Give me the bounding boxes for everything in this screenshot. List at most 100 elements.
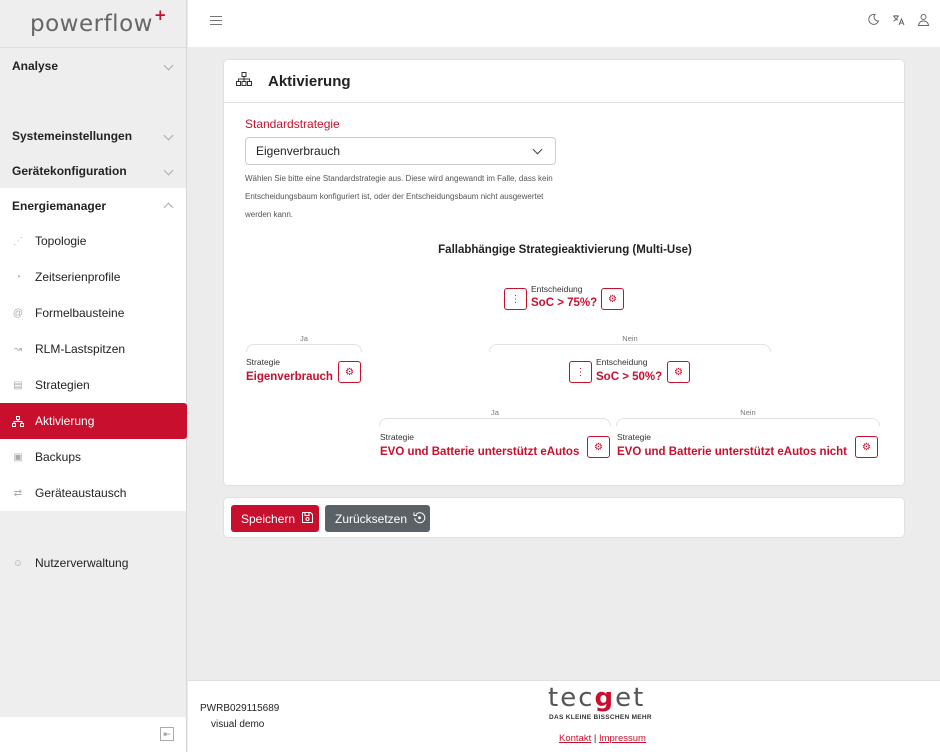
nav-section-label: Systemeinstellungen xyxy=(12,128,133,143)
strategy-node-value: EVO und Batterie unterstützt eAutos nich… xyxy=(617,446,848,458)
settings-icon[interactable]: ⚙ xyxy=(587,436,610,458)
branch-label: Ja xyxy=(491,408,499,417)
company-logo: tecget xyxy=(548,683,646,713)
branch-label: Ja xyxy=(300,334,308,343)
top-bar xyxy=(188,0,940,47)
topology-icon: ⋰ xyxy=(13,235,23,247)
sidebar-item-label: Zeitserienprofile xyxy=(35,270,121,284)
sidebar-item-aktivierung[interactable]: Aktivierung xyxy=(0,403,187,439)
decision-node-value: SoC > 50%? xyxy=(596,371,663,383)
sidebar-item-label: Backups xyxy=(35,450,82,464)
nav-section-geraetekonfiguration[interactable]: Gerätekonfiguration xyxy=(0,153,186,188)
users-icon: ☺ xyxy=(12,557,24,569)
chevron-down-icon xyxy=(532,144,543,155)
branch-no xyxy=(616,418,880,426)
root-decision-value: SoC > 75%? xyxy=(531,297,598,309)
select-value: Eigenverbrauch xyxy=(256,144,341,158)
save-button[interactable]: Speichern xyxy=(231,505,319,532)
sidebar-item-rlm-lastspitzen[interactable]: ↝ RLM-Lastspitzen xyxy=(0,331,186,367)
nav-section-label: Gerätekonfiguration xyxy=(12,163,127,178)
card-header: Aktivierung xyxy=(224,60,904,103)
sidebar-item-geraeteaustausch[interactable]: ⇄ Geräteaustausch xyxy=(0,475,186,511)
sidebar-item-label: Topologie xyxy=(35,234,87,248)
mode-label: visual demo xyxy=(211,719,265,730)
settings-icon[interactable]: ⚙ xyxy=(601,288,624,310)
sidebar-item-label: Nutzerverwaltung xyxy=(35,556,129,570)
app-logo[interactable]: powerflow + xyxy=(0,0,186,47)
chevron-down-icon xyxy=(163,130,174,141)
strategy-node-value: Eigenverbrauch xyxy=(246,371,333,383)
sidebar-item-label: Strategien xyxy=(35,378,90,392)
sidebar-item-formelbausteine[interactable]: @ Formelbausteine xyxy=(0,295,186,331)
chevron-down-icon xyxy=(163,165,174,176)
reset-icon xyxy=(413,511,426,527)
tree-title: Fallabhängige Strategieaktivierung (Mult… xyxy=(438,244,692,256)
default-strategy-select[interactable]: Eigenverbrauch xyxy=(245,137,556,165)
exchange-icon: ⇄ xyxy=(13,487,23,499)
collapse-sidebar-icon[interactable]: ⇤ xyxy=(160,727,174,741)
activation-card: Aktivierung Standardstrategie Eigenverbr… xyxy=(223,59,905,486)
settings-icon[interactable]: ⚙ xyxy=(855,436,878,458)
backup-icon: ▣ xyxy=(13,451,23,463)
timeseries-icon: ◔ xyxy=(14,271,22,283)
reset-label: Zurücksetzen xyxy=(335,511,408,526)
brand-plus: + xyxy=(153,5,168,24)
page-footer: PWRB029115689 visual demo tecget DAS KLE… xyxy=(188,680,940,752)
strategy-label: Standardstrategie xyxy=(245,117,340,131)
root-decision-label: Entscheidung xyxy=(531,284,583,294)
nav-section-label: Analyse xyxy=(12,58,59,73)
branch-label: Nein xyxy=(622,334,638,343)
link-separator: | xyxy=(593,733,597,744)
footer-links: Kontakt | Impressum xyxy=(559,733,646,744)
sidebar-item-label: Geräteaustausch xyxy=(35,486,127,500)
imprint-link[interactable]: Impressum xyxy=(599,733,646,744)
branch-no xyxy=(489,344,771,352)
hierarchy-icon xyxy=(236,71,252,91)
dark-mode-icon[interactable] xyxy=(867,13,880,26)
settings-icon[interactable]: ⚙ xyxy=(667,361,690,383)
nav-section-energiemanager[interactable]: Energiemanager xyxy=(0,188,186,223)
serial-number: PWRB029115689 xyxy=(200,703,280,714)
strategy-node-label: Strategie xyxy=(617,432,652,442)
strategies-icon: ▤ xyxy=(13,379,23,391)
strategy-node-label: Strategie xyxy=(246,357,281,367)
actions-card: Speichern Zurücksetzen xyxy=(223,497,905,538)
nav-section-label: Energiemanager xyxy=(12,198,107,213)
chevron-up-icon xyxy=(163,202,174,213)
sidebar-footer: ⇤ xyxy=(0,717,186,752)
nav-section-analyse[interactable]: Analyse xyxy=(0,48,186,83)
language-icon[interactable] xyxy=(892,13,905,26)
company-tagline: DAS KLEINE BISSCHEN MEHR xyxy=(549,714,652,721)
save-icon xyxy=(301,511,314,527)
branch-yes xyxy=(246,344,362,352)
sidebar-item-backups[interactable]: ▣ Backups xyxy=(0,439,186,475)
sidebar-item-label: Aktivierung xyxy=(35,414,95,428)
hierarchy-icon xyxy=(12,415,24,427)
sidebar-item-label: Formelbausteine xyxy=(35,306,125,320)
sidebar-item-zeitserienprofile[interactable]: ◔ Zeitserienprofile xyxy=(0,259,186,295)
strategy-node-value: EVO und Batterie unterstützt eAutos xyxy=(380,446,580,458)
branch-yes xyxy=(379,418,611,426)
help-text: Wählen Sie bitte eine Standardstrategie … xyxy=(245,174,553,219)
brand-name: powerflow xyxy=(30,10,153,37)
sidebar-item-topologie[interactable]: ⋰ Topologie xyxy=(0,223,186,259)
node-menu-button[interactable]: ⋮ xyxy=(504,288,527,310)
energiemanager-menu: Energiemanager ⋰ Topologie ◔ Zeitserienp… xyxy=(0,188,187,511)
settings-icon[interactable]: ⚙ xyxy=(338,361,361,383)
sidebar-item-label: RLM-Lastspitzen xyxy=(35,342,126,356)
sidebar-item-strategien[interactable]: ▤ Strategien xyxy=(0,367,186,403)
node-menu-button[interactable]: ⋮ xyxy=(569,361,592,383)
menu-icon[interactable] xyxy=(210,16,222,28)
save-label: Speichern xyxy=(241,511,296,526)
branch-label: Nein xyxy=(740,408,756,417)
sidebar-item-nutzerverwaltung[interactable]: ☺ Nutzerverwaltung xyxy=(0,545,186,581)
sidebar: powerflow + Analyse Systemeinstellungen G… xyxy=(0,0,187,752)
reset-button[interactable]: Zurücksetzen xyxy=(325,505,430,532)
chevron-down-icon xyxy=(163,60,174,71)
nav-section-systemeinstellungen[interactable]: Systemeinstellungen xyxy=(0,118,186,153)
user-icon[interactable] xyxy=(917,13,930,26)
strategy-node-label: Strategie xyxy=(380,432,415,442)
contact-link[interactable]: Kontakt xyxy=(559,733,591,744)
decision-node-label: Entscheidung xyxy=(596,357,648,367)
peak-icon: ↝ xyxy=(13,343,23,355)
